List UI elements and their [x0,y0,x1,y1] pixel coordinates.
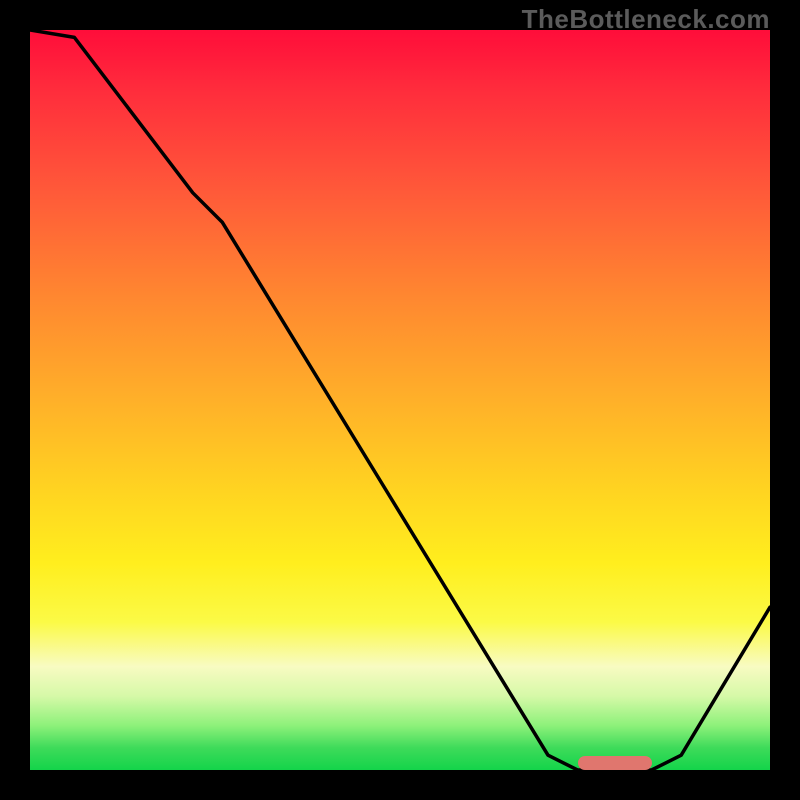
chart-container: TheBottleneck.com [0,0,800,800]
bottleneck-curve [30,30,770,770]
plot-area [30,30,770,770]
optimal-range-marker [578,756,652,770]
